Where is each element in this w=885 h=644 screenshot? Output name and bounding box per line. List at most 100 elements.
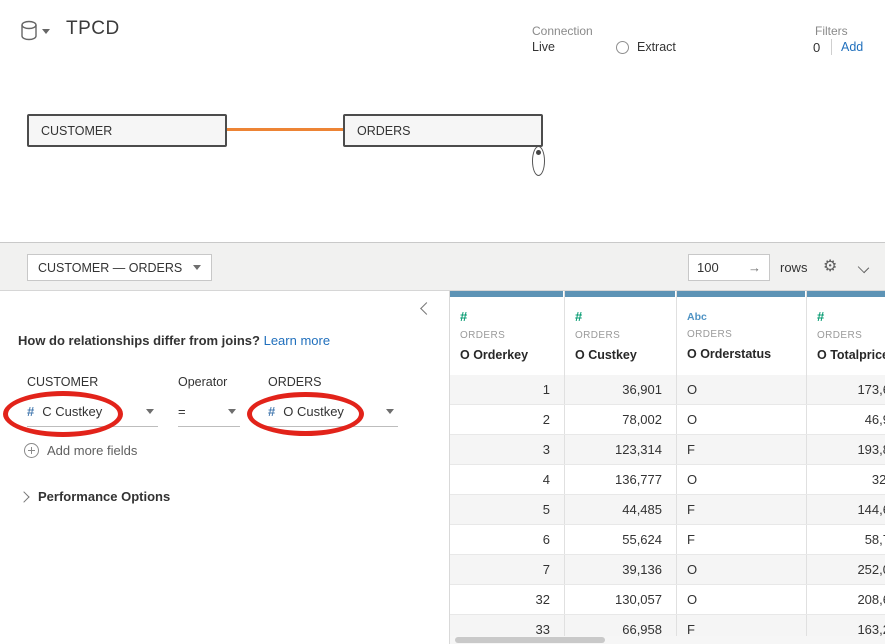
column-field-name: O Orderkey bbox=[460, 348, 564, 362]
cell-orderstatus: O bbox=[677, 375, 807, 404]
cell-totalprice: 144,6 bbox=[807, 495, 885, 524]
cell-orderstatus: O bbox=[677, 405, 807, 434]
table-node-customer[interactable]: CUSTOMER bbox=[27, 114, 227, 147]
table-row: 7 39,136 O 252,0 bbox=[450, 555, 885, 585]
column-header-custkey[interactable]: # ORDERS O Custkey bbox=[565, 291, 677, 375]
grid-header-row: # ORDERS O Orderkey # ORDERS O Custkey A… bbox=[450, 291, 885, 375]
string-type-icon: Abc bbox=[687, 311, 806, 323]
radio-live[interactable]: Live bbox=[532, 40, 555, 54]
database-icon bbox=[20, 20, 38, 42]
column-table-name: ORDERS bbox=[575, 330, 676, 341]
cell-custkey: 136,777 bbox=[565, 465, 677, 494]
cell-custkey: 36,901 bbox=[565, 375, 677, 404]
cell-orderkey: 6 bbox=[450, 525, 565, 554]
cell-totalprice: 32, bbox=[807, 465, 885, 494]
cell-orderkey: 2 bbox=[450, 405, 565, 434]
cell-orderstatus: O bbox=[677, 555, 807, 584]
database-menu-button[interactable] bbox=[20, 18, 58, 44]
chevron-down-icon bbox=[386, 409, 394, 414]
left-table-label: CUSTOMER bbox=[27, 375, 98, 389]
cell-totalprice: 58,7 bbox=[807, 525, 885, 554]
number-type-icon: # bbox=[27, 404, 34, 419]
cell-totalprice: 173,6 bbox=[807, 375, 885, 404]
column-field-name: O Totalprice bbox=[817, 348, 885, 362]
table-row: 32 130,057 O 208,6 bbox=[450, 585, 885, 615]
column-strip bbox=[450, 291, 563, 297]
operator-select[interactable]: = bbox=[178, 397, 240, 427]
number-type-icon: # bbox=[460, 309, 564, 324]
radio-live-icon[interactable] bbox=[532, 146, 545, 176]
radio-extract-icon[interactable] bbox=[616, 41, 629, 54]
page-title: TPCD bbox=[66, 18, 120, 40]
cell-totalprice: 252,0 bbox=[807, 555, 885, 584]
cell-orderstatus: F bbox=[677, 525, 807, 554]
column-header-orderkey[interactable]: # ORDERS O Orderkey bbox=[450, 291, 565, 375]
table-row: 1 36,901 O 173,6 bbox=[450, 375, 885, 405]
cell-orderkey: 32 bbox=[450, 585, 565, 614]
grid-toolbar: CUSTOMER — ORDERS 100 → rows ⚙ bbox=[0, 242, 885, 291]
cell-orderkey: 3 bbox=[450, 435, 565, 464]
relationship-selector-label: CUSTOMER — ORDERS bbox=[38, 261, 182, 275]
table-row: 3 123,314 F 193,8 bbox=[450, 435, 885, 465]
gear-icon[interactable]: ⚙ bbox=[823, 257, 837, 277]
number-type-icon: # bbox=[575, 309, 676, 324]
column-table-name: ORDERS bbox=[687, 329, 806, 340]
chevron-right-icon bbox=[18, 491, 29, 502]
cell-orderstatus: F bbox=[677, 435, 807, 464]
main-area: How do relationships differ from joins? … bbox=[0, 291, 885, 644]
table-row: 2 78,002 O 46,9 bbox=[450, 405, 885, 435]
horizontal-scrollbar-track[interactable] bbox=[450, 636, 885, 644]
collapse-grid-chevron-icon[interactable] bbox=[858, 262, 869, 273]
collapse-panel-chevron-icon[interactable] bbox=[420, 302, 433, 315]
radio-extract[interactable]: Extract bbox=[616, 40, 676, 54]
database-menu-caret-icon bbox=[42, 29, 50, 34]
operator-label: Operator bbox=[178, 375, 227, 389]
relationship-selector-dropdown[interactable]: CUSTOMER — ORDERS bbox=[27, 254, 212, 281]
relationship-noodle[interactable] bbox=[227, 128, 343, 131]
right-field-select[interactable]: # O Custkey bbox=[268, 397, 398, 427]
right-table-label: ORDERS bbox=[268, 375, 321, 389]
number-type-icon: # bbox=[817, 309, 885, 324]
header: TPCD Connection Live Extract Filters 0 A… bbox=[0, 0, 885, 242]
column-header-orderstatus[interactable]: Abc ORDERS O Orderstatus bbox=[677, 291, 807, 375]
cell-orderkey: 4 bbox=[450, 465, 565, 494]
data-preview-grid: # ORDERS O Orderkey # ORDERS O Custkey A… bbox=[450, 291, 885, 644]
grid-body: 1 36,901 O 173,6 2 78,002 O 46,9 3 123,3… bbox=[450, 375, 885, 644]
table-row: 6 55,624 F 58,7 bbox=[450, 525, 885, 555]
learn-more-link[interactable]: Learn more bbox=[264, 333, 330, 348]
left-field-select[interactable]: # C Custkey bbox=[27, 397, 158, 427]
column-header-totalprice[interactable]: # ORDERS O Totalprice bbox=[807, 291, 885, 375]
datasource-page: TPCD Connection Live Extract Filters 0 A… bbox=[0, 0, 885, 644]
cell-custkey: 39,136 bbox=[565, 555, 677, 584]
relationship-panel: How do relationships differ from joins? … bbox=[0, 291, 450, 644]
cell-custkey: 123,314 bbox=[565, 435, 677, 464]
cell-orderstatus: O bbox=[677, 465, 807, 494]
filters-count: 0 bbox=[813, 40, 820, 55]
rows-label: rows bbox=[780, 260, 807, 275]
performance-options-toggle[interactable]: Performance Options bbox=[20, 489, 170, 504]
chevron-down-icon bbox=[193, 265, 201, 270]
column-field-name: O Custkey bbox=[575, 348, 676, 362]
column-strip bbox=[677, 291, 805, 297]
chevron-down-icon bbox=[228, 409, 236, 414]
row-count-input[interactable]: 100 → bbox=[688, 254, 770, 281]
cell-orderkey: 5 bbox=[450, 495, 565, 524]
number-type-icon: # bbox=[268, 404, 275, 419]
table-row: 5 44,485 F 144,6 bbox=[450, 495, 885, 525]
cell-orderstatus: F bbox=[677, 495, 807, 524]
apply-row-count-arrow-icon[interactable]: → bbox=[748, 260, 761, 275]
radio-extract-label: Extract bbox=[637, 40, 676, 54]
chevron-down-icon bbox=[146, 409, 154, 414]
add-more-fields-button[interactable]: Add more fields bbox=[24, 443, 137, 458]
cell-custkey: 130,057 bbox=[565, 585, 677, 614]
left-field-value: C Custkey bbox=[42, 404, 102, 419]
filters-add-link[interactable]: Add bbox=[841, 40, 863, 54]
cell-totalprice: 193,8 bbox=[807, 435, 885, 464]
cell-totalprice: 208,6 bbox=[807, 585, 885, 614]
cell-orderkey: 1 bbox=[450, 375, 565, 404]
cell-orderstatus: O bbox=[677, 585, 807, 614]
column-strip bbox=[565, 291, 675, 297]
horizontal-scrollbar-thumb[interactable] bbox=[455, 637, 605, 643]
performance-options-label: Performance Options bbox=[38, 489, 170, 504]
table-node-orders[interactable]: ORDERS bbox=[343, 114, 543, 147]
